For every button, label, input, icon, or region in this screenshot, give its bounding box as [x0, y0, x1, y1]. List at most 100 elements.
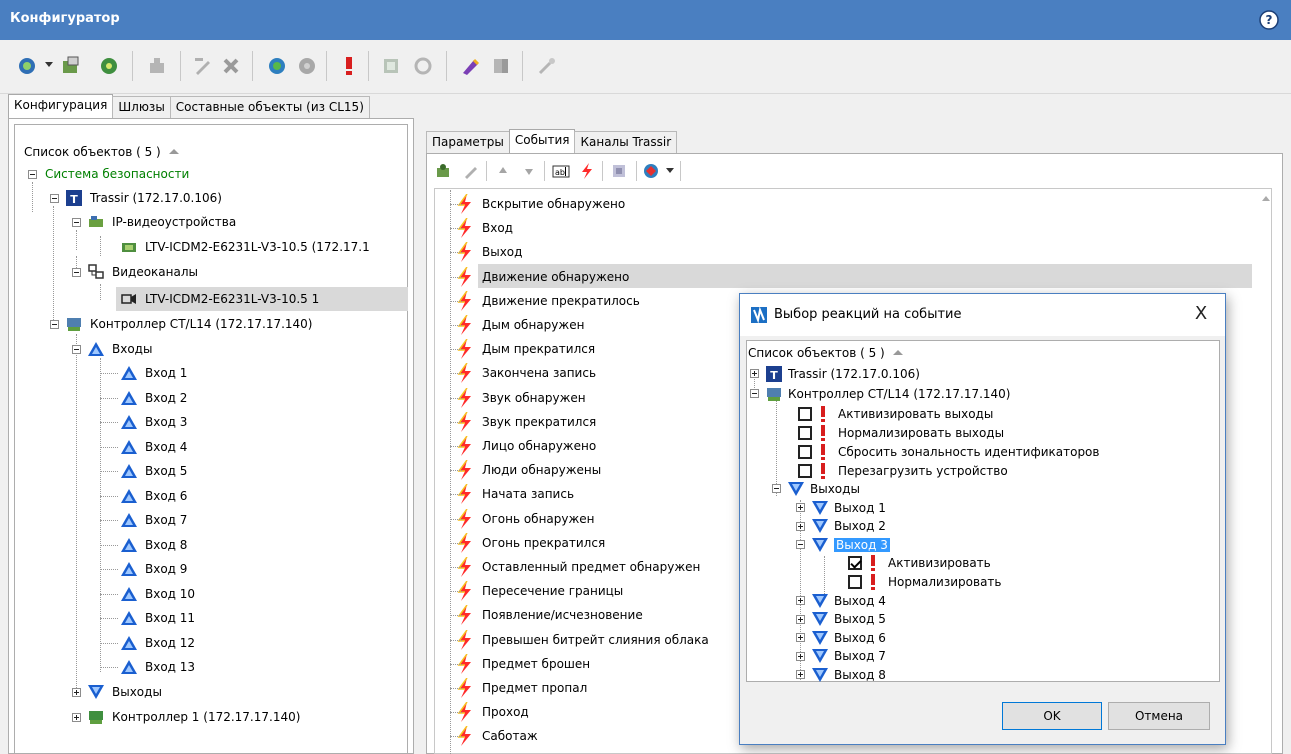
event-row[interactable]: Движение обнаружено	[450, 265, 1250, 289]
scroll-up-arrow[interactable]	[1262, 196, 1270, 201]
tree-inputs[interactable]: Входы	[72, 338, 154, 360]
dialog-tree-outputs[interactable]: Выходы	[772, 479, 860, 498]
expand-icon[interactable]	[796, 503, 805, 512]
tree-input-item[interactable]: Вход 7	[120, 509, 189, 531]
collapse-icon[interactable]	[72, 267, 81, 277]
expand-icon[interactable]	[796, 633, 805, 643]
event-label: Выход	[482, 245, 523, 260]
cancel-button[interactable]: Отмена	[1108, 702, 1210, 730]
collapse-icon[interactable]	[50, 319, 59, 329]
sub-action-checkbox[interactable]	[848, 556, 862, 571]
dialog-output-item[interactable]: Выход 1	[796, 498, 886, 517]
tree-input-item[interactable]: Вход 1	[120, 362, 189, 384]
tree-root[interactable]: Система безопасности	[28, 163, 191, 185]
tab-composite-objects[interactable]: Составные объекты (из CL15)	[169, 96, 370, 118]
expand-icon[interactable]	[750, 369, 759, 378]
tree-input-item[interactable]: Вход 12	[120, 632, 197, 654]
dialog-output-item[interactable]: Выход 7	[796, 647, 886, 666]
tree-ip-device-item[interactable]: LTV-ICDM2-E6231L-V3-10.5 (172.17.1	[120, 236, 372, 258]
ok-button[interactable]: OK	[1002, 702, 1102, 730]
expand-icon[interactable]	[796, 596, 805, 605]
dialog-sub-action-row[interactable]: Активизировать	[848, 554, 991, 573]
dialog-output-item[interactable]: Выход 8	[796, 665, 886, 684]
output-icon	[811, 536, 829, 554]
collapse-icon[interactable]	[750, 389, 759, 398]
tree-outputs[interactable]: Выходы	[72, 681, 164, 703]
dialog-tree-trassir[interactable]: T Trassir (172.17.0.106)	[750, 364, 920, 383]
object-list-header[interactable]: Список объектов ( 5 )	[24, 145, 179, 159]
tab-trassir-channels[interactable]: Каналы Trassir	[574, 131, 678, 153]
action-checkbox[interactable]	[798, 444, 812, 459]
rename-icon[interactable]: ab	[550, 160, 572, 182]
sub-action-checkbox[interactable]	[848, 574, 862, 589]
add-object-icon[interactable]	[14, 53, 40, 79]
tab-gateways[interactable]: Шлюзы	[112, 96, 171, 118]
action-checkbox[interactable]	[798, 425, 812, 440]
tree-input-item-label: Вход 13	[145, 660, 196, 674]
tree-ip-devices[interactable]: IP-видеоустройства	[72, 211, 238, 233]
script-icon[interactable]	[458, 53, 484, 79]
action-checkbox[interactable]	[798, 463, 812, 478]
action-checkbox[interactable]	[798, 406, 812, 421]
event-row[interactable]: Выход	[450, 240, 1250, 264]
event-lightning-icon[interactable]	[576, 160, 598, 182]
tree-video-channel-item[interactable]: LTV-ICDM2-E6231L-V3-10.5 1	[120, 288, 321, 310]
event-label: Появление/исчезновение	[482, 608, 643, 623]
tree-input-item[interactable]: Вход 3	[120, 411, 189, 433]
tree-input-item-label: Вход 10	[145, 586, 196, 601]
collapse-icon[interactable]	[72, 344, 81, 354]
expand-icon[interactable]	[796, 521, 805, 531]
tree-input-item[interactable]: Вход 6	[120, 485, 189, 507]
event-row[interactable]: Вскрытие обнаружено	[450, 192, 1250, 216]
connect-icon[interactable]	[264, 53, 290, 79]
collapse-icon[interactable]	[72, 217, 81, 227]
device-settings-icon[interactable]	[58, 53, 84, 79]
expand-icon[interactable]	[796, 614, 805, 624]
dialog-action-row[interactable]: Активизировать выходы	[798, 404, 993, 423]
dialog-output-item[interactable]: Выход 4	[796, 591, 886, 610]
expand-icon[interactable]	[72, 712, 81, 722]
collapse-icon[interactable]	[772, 484, 781, 493]
dialog-output-item[interactable]: Выход 3	[796, 535, 890, 554]
tree-video-channels[interactable]: Видеоканалы	[72, 261, 200, 283]
dialog-sub-action-row[interactable]: Нормализировать	[848, 572, 1001, 591]
collapse-icon[interactable]	[28, 169, 37, 179]
dialog-action-row[interactable]: Сбросить зональность идентификаторов	[798, 442, 1099, 461]
close-icon[interactable]: X	[1191, 304, 1211, 324]
tree-input-item[interactable]: Вход 13	[120, 656, 197, 678]
dialog-output-item[interactable]: Выход 6	[796, 628, 886, 647]
tree-input-item[interactable]: Вход 11	[120, 607, 197, 629]
add-dropdown-arrow[interactable]	[45, 62, 53, 67]
reaction-type-dropdown[interactable]	[666, 168, 674, 173]
alarm-icon[interactable]	[336, 53, 362, 79]
tree-input-item[interactable]: Вход 8	[120, 534, 189, 556]
tree-controller1[interactable]: Контроллер 1 (172.17.17.140)	[72, 706, 302, 728]
expand-icon[interactable]	[796, 670, 805, 680]
add-reaction-icon[interactable]	[432, 160, 454, 182]
collapse-icon[interactable]	[796, 540, 805, 550]
help-icon[interactable]: ?	[1257, 8, 1281, 32]
event-row[interactable]: Вход	[450, 216, 1250, 240]
tree-controller[interactable]: Контроллер CT/L14 (172.17.17.140)	[50, 313, 315, 335]
expand-icon[interactable]	[72, 687, 81, 697]
reaction-type-icon[interactable]	[640, 160, 662, 182]
collapse-icon[interactable]	[50, 193, 59, 203]
tree-input-item[interactable]: Вход 2	[120, 387, 189, 409]
tree-trassir[interactable]: T Trassir (172.17.0.106)	[50, 187, 224, 209]
refresh-icon[interactable]	[96, 53, 122, 79]
dialog-output-item[interactable]: Выход 5	[796, 610, 886, 629]
dialog-tree-controller[interactable]: Контроллер CT/L14 (172.17.17.140)	[750, 384, 1011, 403]
tree-input-item[interactable]: Вход 5	[120, 460, 189, 482]
expand-icon[interactable]	[796, 651, 805, 661]
tab-parameters[interactable]: Параметры	[426, 131, 510, 153]
dialog-action-row[interactable]: Перезагрузить устройство	[798, 461, 1008, 480]
dialog-output-item[interactable]: Выход 2	[796, 517, 886, 536]
dialog-list-header[interactable]: Список объектов ( 5 )	[748, 346, 903, 360]
tree-input-item[interactable]: Вход 4	[120, 436, 189, 458]
dialog-action-row[interactable]: Нормализировать выходы	[798, 423, 1004, 442]
tab-configuration[interactable]: Конфигурация	[8, 94, 114, 118]
sort-up-icon	[892, 350, 903, 355]
tree-input-item[interactable]: Вход 10	[120, 583, 197, 605]
tab-events[interactable]: События	[508, 129, 576, 153]
tree-input-item[interactable]: Вход 9	[120, 558, 189, 580]
